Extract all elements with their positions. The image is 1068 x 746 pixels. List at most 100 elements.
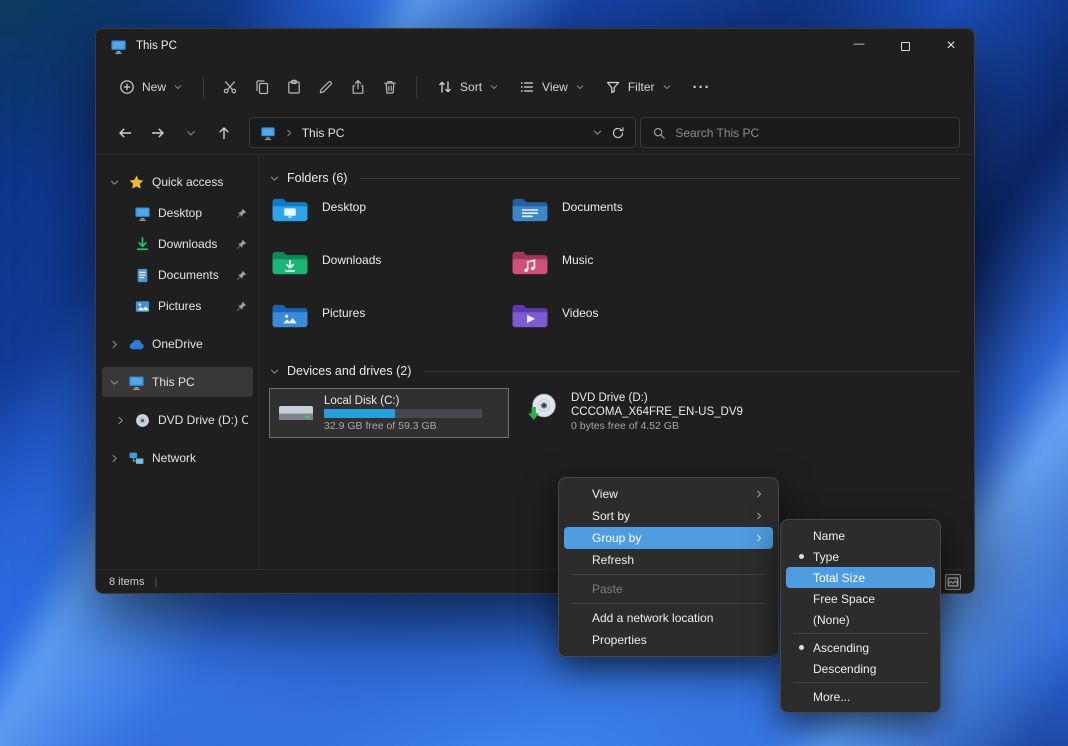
delete-button[interactable] bbox=[375, 70, 405, 104]
forward-button[interactable] bbox=[143, 118, 172, 148]
selected-option-bullet bbox=[799, 645, 804, 650]
sidebar-item-dvd-drive[interactable]: DVD Drive (D:) CCCOMA_X64FRE_EN-US_DV9 bbox=[102, 405, 253, 435]
dvd-drive-icon bbox=[525, 392, 561, 424]
folder-tile-music[interactable]: Music bbox=[509, 248, 749, 301]
view-icon bbox=[519, 79, 535, 95]
chevron-down-icon bbox=[185, 127, 197, 139]
view-button[interactable]: View bbox=[510, 70, 594, 104]
dvd-drive-tile[interactable]: DVD Drive (D:) CCCOMA_X64FRE_EN-US_DV9 0… bbox=[519, 388, 771, 436]
sidebar-item-onedrive[interactable]: OneDrive bbox=[102, 329, 253, 359]
up-button[interactable] bbox=[210, 118, 239, 148]
menu-separator bbox=[571, 603, 766, 604]
chevron-down-icon[interactable] bbox=[107, 375, 121, 389]
maximize-button[interactable] bbox=[882, 29, 928, 63]
chevron-down-icon[interactable] bbox=[107, 175, 121, 189]
context-menu-item-sort-by[interactable]: Sort by bbox=[564, 505, 773, 527]
folder-tile-desktop[interactable]: Desktop bbox=[269, 195, 509, 248]
folder-tile-pictures[interactable]: Pictures bbox=[269, 301, 509, 354]
paste-button[interactable] bbox=[279, 70, 309, 104]
sidebar-item-network[interactable]: Network bbox=[102, 443, 253, 473]
arrow-right-icon bbox=[150, 125, 166, 141]
group-by-item-descending[interactable]: Descending bbox=[786, 658, 935, 679]
folder-tile-documents[interactable]: Documents bbox=[509, 195, 749, 248]
copy-button[interactable] bbox=[247, 70, 277, 104]
group-by-item-free-space[interactable]: Free Space bbox=[786, 588, 935, 609]
cut-button[interactable] bbox=[215, 70, 245, 104]
chevron-right-icon[interactable] bbox=[113, 413, 127, 427]
sidebar-item-pictures[interactable]: Pictures bbox=[102, 291, 253, 321]
back-button[interactable] bbox=[110, 118, 139, 148]
filter-button[interactable]: Filter bbox=[596, 70, 681, 104]
disk-usage-bar bbox=[324, 409, 482, 418]
sidebar-item-this-pc[interactable]: This PC bbox=[102, 367, 253, 397]
chevron-right-icon[interactable] bbox=[107, 451, 121, 465]
menu-separator bbox=[571, 574, 766, 575]
local-disk-tile[interactable]: Local Disk (C:) 32.9 GB free of 59.3 GB bbox=[269, 388, 509, 438]
folder-tile-videos[interactable]: Videos bbox=[509, 301, 749, 354]
menu-item-label: More... bbox=[813, 690, 850, 704]
group-by-item-type[interactable]: Type bbox=[786, 546, 935, 567]
refresh-icon[interactable] bbox=[611, 126, 625, 140]
context-menu-item-paste[interactable]: Paste bbox=[564, 578, 773, 600]
title-bar[interactable]: This PC — × bbox=[96, 29, 974, 63]
collapse-chevron-icon[interactable] bbox=[269, 173, 280, 184]
sidebar-item-label: This PC bbox=[152, 375, 248, 389]
chevron-right-icon[interactable] bbox=[107, 337, 121, 351]
sidebar-item-desktop[interactable]: Desktop bbox=[102, 198, 253, 228]
context-menu: View Sort by Group by Refresh Paste Add … bbox=[558, 477, 779, 657]
context-menu-item-group-by[interactable]: Group by bbox=[564, 527, 773, 549]
window-title: This PC bbox=[136, 40, 177, 52]
group-by-item-none[interactable]: (None) bbox=[786, 609, 935, 630]
context-menu-item-view[interactable]: View bbox=[564, 483, 773, 505]
address-bar[interactable]: This PC bbox=[249, 117, 637, 148]
group-by-item-more[interactable]: More... bbox=[786, 686, 935, 707]
sort-button[interactable]: Sort bbox=[428, 70, 508, 104]
rename-button[interactable] bbox=[311, 70, 341, 104]
sidebar-item-downloads[interactable]: Downloads bbox=[102, 229, 253, 259]
breadcrumb[interactable]: This PC bbox=[302, 126, 345, 140]
recent-locations-button[interactable] bbox=[176, 118, 205, 148]
chevron-down-icon bbox=[662, 82, 672, 92]
group-by-item-total-size[interactable]: Total Size bbox=[786, 567, 935, 588]
sidebar-item-label: Pictures bbox=[158, 299, 228, 313]
sidebar-item-quick-access[interactable]: Quick access bbox=[102, 167, 253, 197]
devices-section-header[interactable]: Devices and drives (2) bbox=[269, 364, 960, 378]
search-input[interactable] bbox=[675, 126, 948, 140]
menu-item-label: Add a network location bbox=[592, 611, 713, 625]
submenu-chevron-icon bbox=[754, 511, 764, 521]
address-dropdown-icon[interactable] bbox=[592, 127, 603, 138]
filter-button-label: Filter bbox=[628, 80, 655, 94]
dvd-drive-details: DVD Drive (D:) CCCOMA_X64FRE_EN-US_DV9 0… bbox=[571, 392, 743, 432]
new-button[interactable]: New bbox=[110, 70, 192, 104]
folders-section-header[interactable]: Folders (6) bbox=[269, 171, 960, 185]
share-button[interactable] bbox=[343, 70, 373, 104]
minimize-button[interactable]: — bbox=[836, 29, 882, 63]
context-menu-item-refresh[interactable]: Refresh bbox=[564, 549, 773, 571]
arrow-left-icon bbox=[117, 125, 133, 141]
folder-tile-downloads[interactable]: Downloads bbox=[269, 248, 509, 301]
plus-circle-icon bbox=[119, 79, 135, 95]
filter-icon bbox=[605, 79, 621, 95]
window-controls: — × bbox=[836, 29, 974, 63]
sidebar-item-label: OneDrive bbox=[152, 337, 248, 351]
large-icons-view-icon bbox=[946, 575, 960, 589]
dvd-disc-icon bbox=[134, 412, 151, 429]
chevron-down-icon bbox=[575, 82, 585, 92]
file-explorer-window: This PC — × New Sort View bbox=[95, 28, 975, 594]
large-icons-view-button[interactable] bbox=[945, 574, 961, 590]
sidebar-item-documents[interactable]: Documents bbox=[102, 260, 253, 290]
toolbar-separator bbox=[416, 76, 417, 98]
group-by-item-name[interactable]: Name bbox=[786, 525, 935, 546]
search-box[interactable] bbox=[640, 117, 960, 148]
menu-item-label: Group by bbox=[592, 531, 641, 545]
close-button[interactable]: × bbox=[928, 29, 974, 63]
group-by-item-ascending[interactable]: Ascending bbox=[786, 637, 935, 658]
see-more-button[interactable]: ··· bbox=[687, 70, 717, 104]
context-menu-item-add-network-location[interactable]: Add a network location bbox=[564, 607, 773, 629]
chevron-placeholder bbox=[113, 299, 127, 313]
folder-name: Downloads bbox=[322, 253, 381, 267]
collapse-chevron-icon[interactable] bbox=[269, 366, 280, 377]
pin-icon bbox=[235, 269, 248, 282]
context-menu-item-properties[interactable]: Properties bbox=[564, 629, 773, 651]
sidebar-item-label: Desktop bbox=[158, 206, 228, 220]
